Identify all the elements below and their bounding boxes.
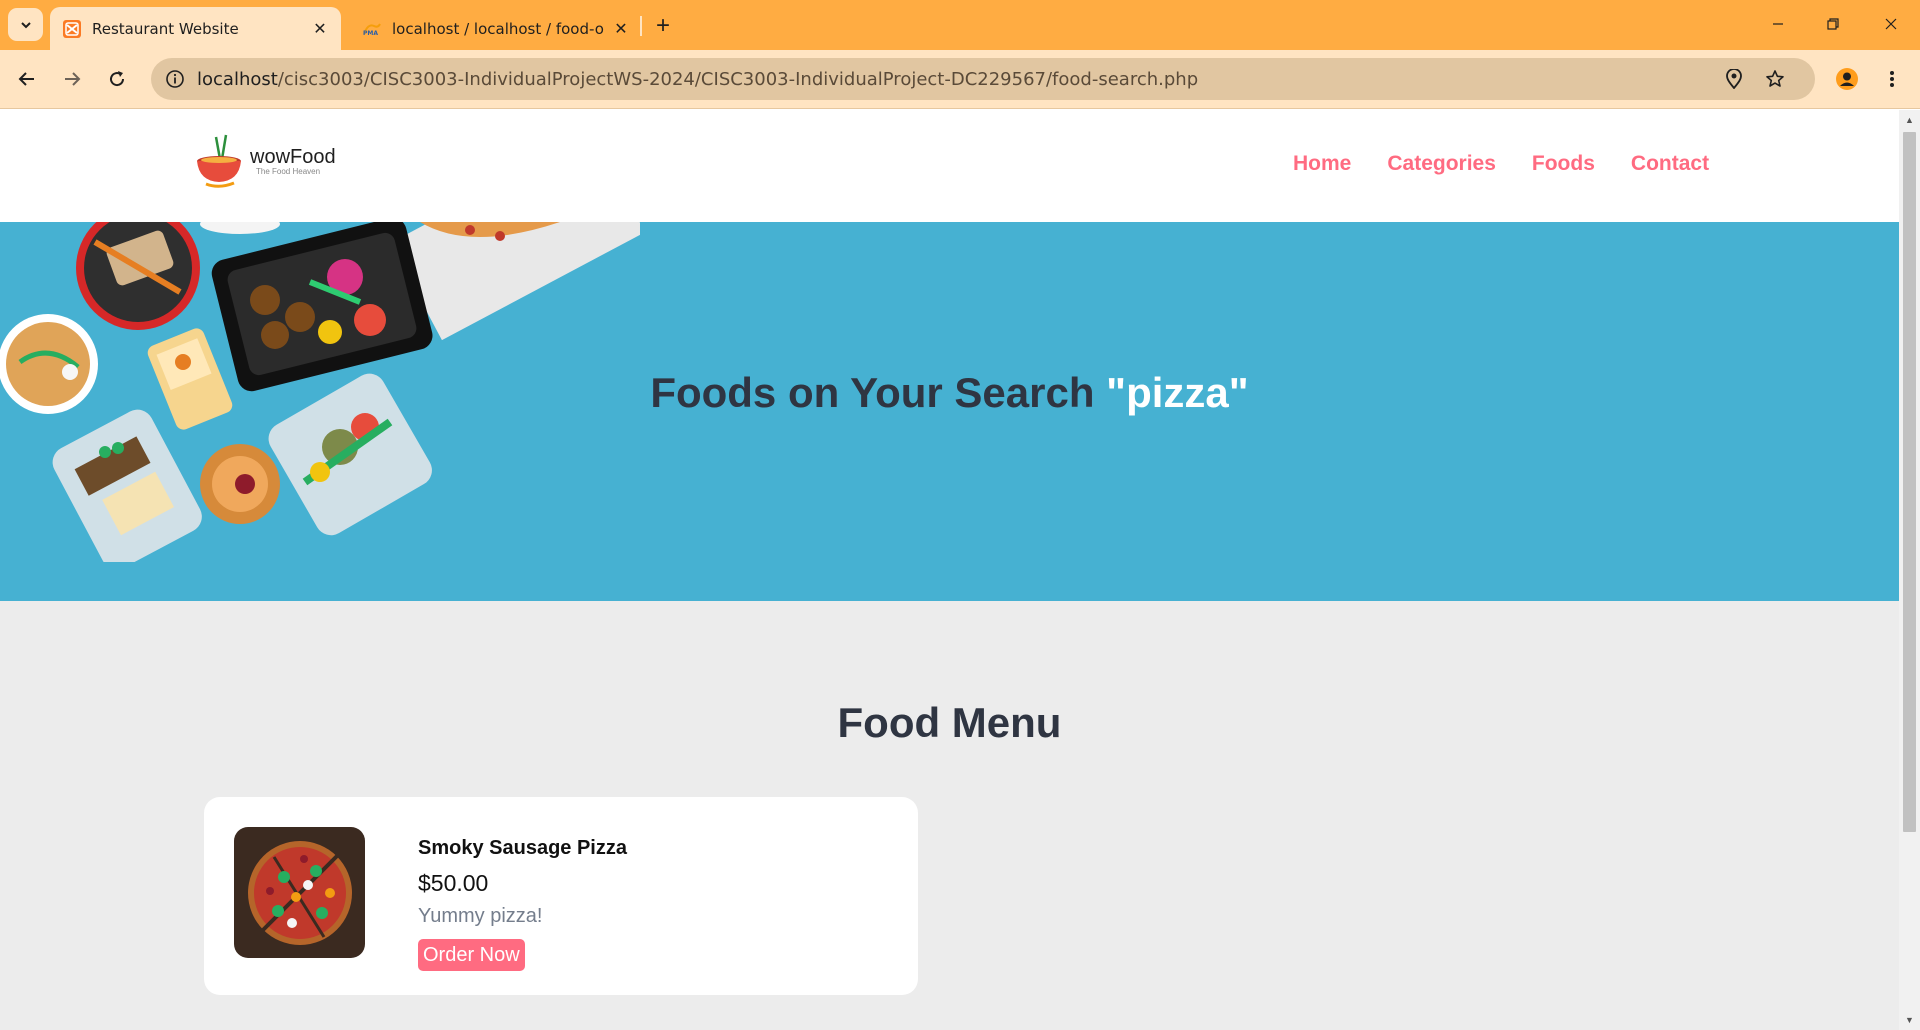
bookmark-star-icon[interactable]: [1763, 67, 1787, 91]
search-query: "pizza": [1106, 369, 1249, 416]
page-viewport: wowFood The Food Heaven Home Categories …: [0, 110, 1899, 1030]
avatar-icon: [1836, 68, 1858, 90]
close-icon[interactable]: ✕: [609, 17, 633, 41]
minimize-icon: [1773, 23, 1783, 25]
minimize-button[interactable]: [1758, 9, 1798, 39]
phpmyadmin-icon: PMA: [362, 19, 382, 39]
close-window-button[interactable]: [1871, 9, 1911, 39]
scroll-up-icon[interactable]: ▲: [1904, 114, 1915, 125]
food-bowl-logo-icon: [197, 134, 241, 188]
logo-name: wowFood: [250, 146, 336, 168]
tab-divider: [640, 16, 642, 36]
scroll-down-icon[interactable]: ▼: [1904, 1014, 1915, 1025]
tab-phpmyadmin[interactable]: PMA localhost / localhost / food-o ✕: [350, 7, 642, 50]
url-text: localhost/cisc3003/CISC3003-IndividualPr…: [197, 69, 1198, 90]
food-price: $50.00: [418, 870, 489, 896]
tab-title: localhost / localhost / food-o: [392, 19, 604, 38]
food-image: [234, 827, 365, 958]
reload-button[interactable]: [100, 62, 134, 96]
close-icon: [1885, 18, 1897, 30]
browser-toolbar: localhost/cisc3003/CISC3003-IndividualPr…: [0, 50, 1920, 109]
tab-search-button[interactable]: [8, 8, 43, 41]
chevron-down-icon: [20, 21, 31, 28]
food-description: Yummy pizza!: [418, 905, 543, 927]
food-search-banner: Foods on Your Search "pizza": [0, 222, 1899, 601]
site-header: wowFood The Food Heaven Home Categories …: [0, 110, 1899, 222]
address-bar[interactable]: localhost/cisc3003/CISC3003-IndividualPr…: [151, 58, 1815, 100]
location-pin-icon[interactable]: [1722, 67, 1746, 91]
nav-categories[interactable]: Categories: [1387, 152, 1496, 176]
food-name: Smoky Sausage Pizza: [418, 837, 627, 859]
arrow-left-icon: [18, 72, 34, 86]
back-button[interactable]: [10, 62, 44, 96]
food-menu-title: Food Menu: [837, 699, 1062, 746]
site-info-icon[interactable]: [163, 67, 187, 91]
restore-button[interactable]: [1813, 9, 1853, 39]
tab-title: Restaurant Website: [92, 19, 239, 38]
browser-tab-strip: Restaurant Website ✕ PMA localhost / loc…: [0, 0, 1920, 50]
scrollbar-thumb[interactable]: [1903, 132, 1916, 832]
nav-foods[interactable]: Foods: [1532, 152, 1595, 176]
reload-icon: [110, 71, 125, 87]
forward-button[interactable]: [55, 62, 89, 96]
tab-restaurant-website[interactable]: Restaurant Website ✕: [50, 7, 341, 50]
xampp-icon: [62, 19, 82, 39]
more-vertical-icon: [1890, 71, 1894, 87]
url-host: localhost: [197, 68, 278, 90]
order-now-button[interactable]: Order Now: [418, 939, 525, 971]
page-scrollbar[interactable]: ▲ ▼: [1899, 110, 1920, 1030]
food-menu-item: Smoky Sausage Pizza $50.00 Yummy pizza! …: [204, 797, 918, 995]
search-result-heading: Foods on Your Search "pizza": [0, 369, 1899, 417]
new-tab-button[interactable]: +: [650, 12, 676, 39]
close-icon[interactable]: ✕: [308, 17, 332, 41]
search-heading-prefix: Foods on Your Search: [650, 369, 1107, 416]
browser-menu-button[interactable]: [1875, 62, 1909, 96]
restore-icon: [1827, 18, 1839, 30]
site-logo[interactable]: wowFood The Food Heaven: [194, 128, 344, 194]
nav-contact[interactable]: Contact: [1631, 152, 1709, 176]
main-nav: Home Categories Foods Contact: [1293, 152, 1709, 176]
nav-home[interactable]: Home: [1293, 152, 1351, 176]
svg-text:PMA: PMA: [363, 30, 378, 36]
arrow-right-icon: [65, 72, 81, 86]
url-path: /cisc3003/CISC3003-IndividualProjectWS-2…: [277, 68, 1199, 90]
food-menu-section: Food Menu Smoky Sausage Pizza $50.00 Yum…: [0, 601, 1899, 1030]
profile-button[interactable]: [1830, 62, 1864, 96]
